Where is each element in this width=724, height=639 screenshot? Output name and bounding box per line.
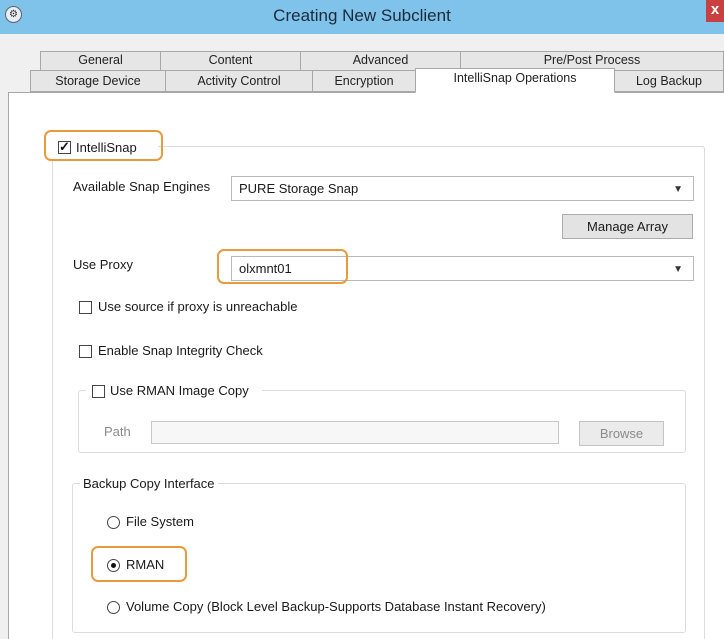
use-source-checkbox[interactable] [79,301,92,314]
integrity-check-label: Enable Snap Integrity Check [98,343,263,358]
radio-volume-copy[interactable] [107,601,120,614]
chevron-down-icon: ▼ [673,184,683,195]
highlight-rman [91,546,187,582]
tab-activity-control[interactable]: Activity Control [165,70,313,92]
chevron-down-icon: ▼ [673,264,683,275]
path-input[interactable] [151,421,559,444]
tab-log-backup[interactable]: Log Backup [614,70,724,92]
volume-copy-label: Volume Copy (Block Level Backup-Supports… [126,599,546,614]
integrity-check-checkbox[interactable] [79,345,92,358]
rman-image-copy-row: Use RMAN Image Copy [86,381,262,401]
snap-engine-select[interactable]: PURE Storage Snap ▼ [231,176,694,201]
tab-intellisnap-operations[interactable]: IntelliSnap Operations [415,68,615,93]
manage-array-button[interactable]: Manage Array [562,214,693,239]
snap-engines-label: Available Snap Engines [73,179,211,194]
file-system-label: File System [126,514,194,529]
radio-file-system[interactable] [107,516,120,529]
backup-copy-interface-label: Backup Copy Interface [80,476,218,491]
browse-button[interactable]: Browse [579,421,664,446]
tab-encryption[interactable]: Encryption [312,70,416,92]
title-bar: ⚙ Creating New Subclient x [0,0,724,34]
tab-content[interactable]: Content [160,51,301,71]
path-label: Path [104,424,131,439]
tab-strip: General Content Advanced Pre/Post Proces… [0,34,724,93]
close-button[interactable]: x [706,0,724,22]
window-title: Creating New Subclient [273,6,451,25]
rman-image-copy-checkbox[interactable] [92,385,105,398]
use-source-label: Use source if proxy is unreachable [98,299,298,314]
tab-storage-device[interactable]: Storage Device [30,70,166,92]
tab-general[interactable]: General [40,51,161,71]
snap-engine-value: PURE Storage Snap [239,181,359,196]
use-proxy-label: Use Proxy [73,257,133,272]
highlight-proxy [217,249,348,284]
rman-image-copy-label: Use RMAN Image Copy [110,383,249,398]
highlight-intellisnap [44,130,163,161]
